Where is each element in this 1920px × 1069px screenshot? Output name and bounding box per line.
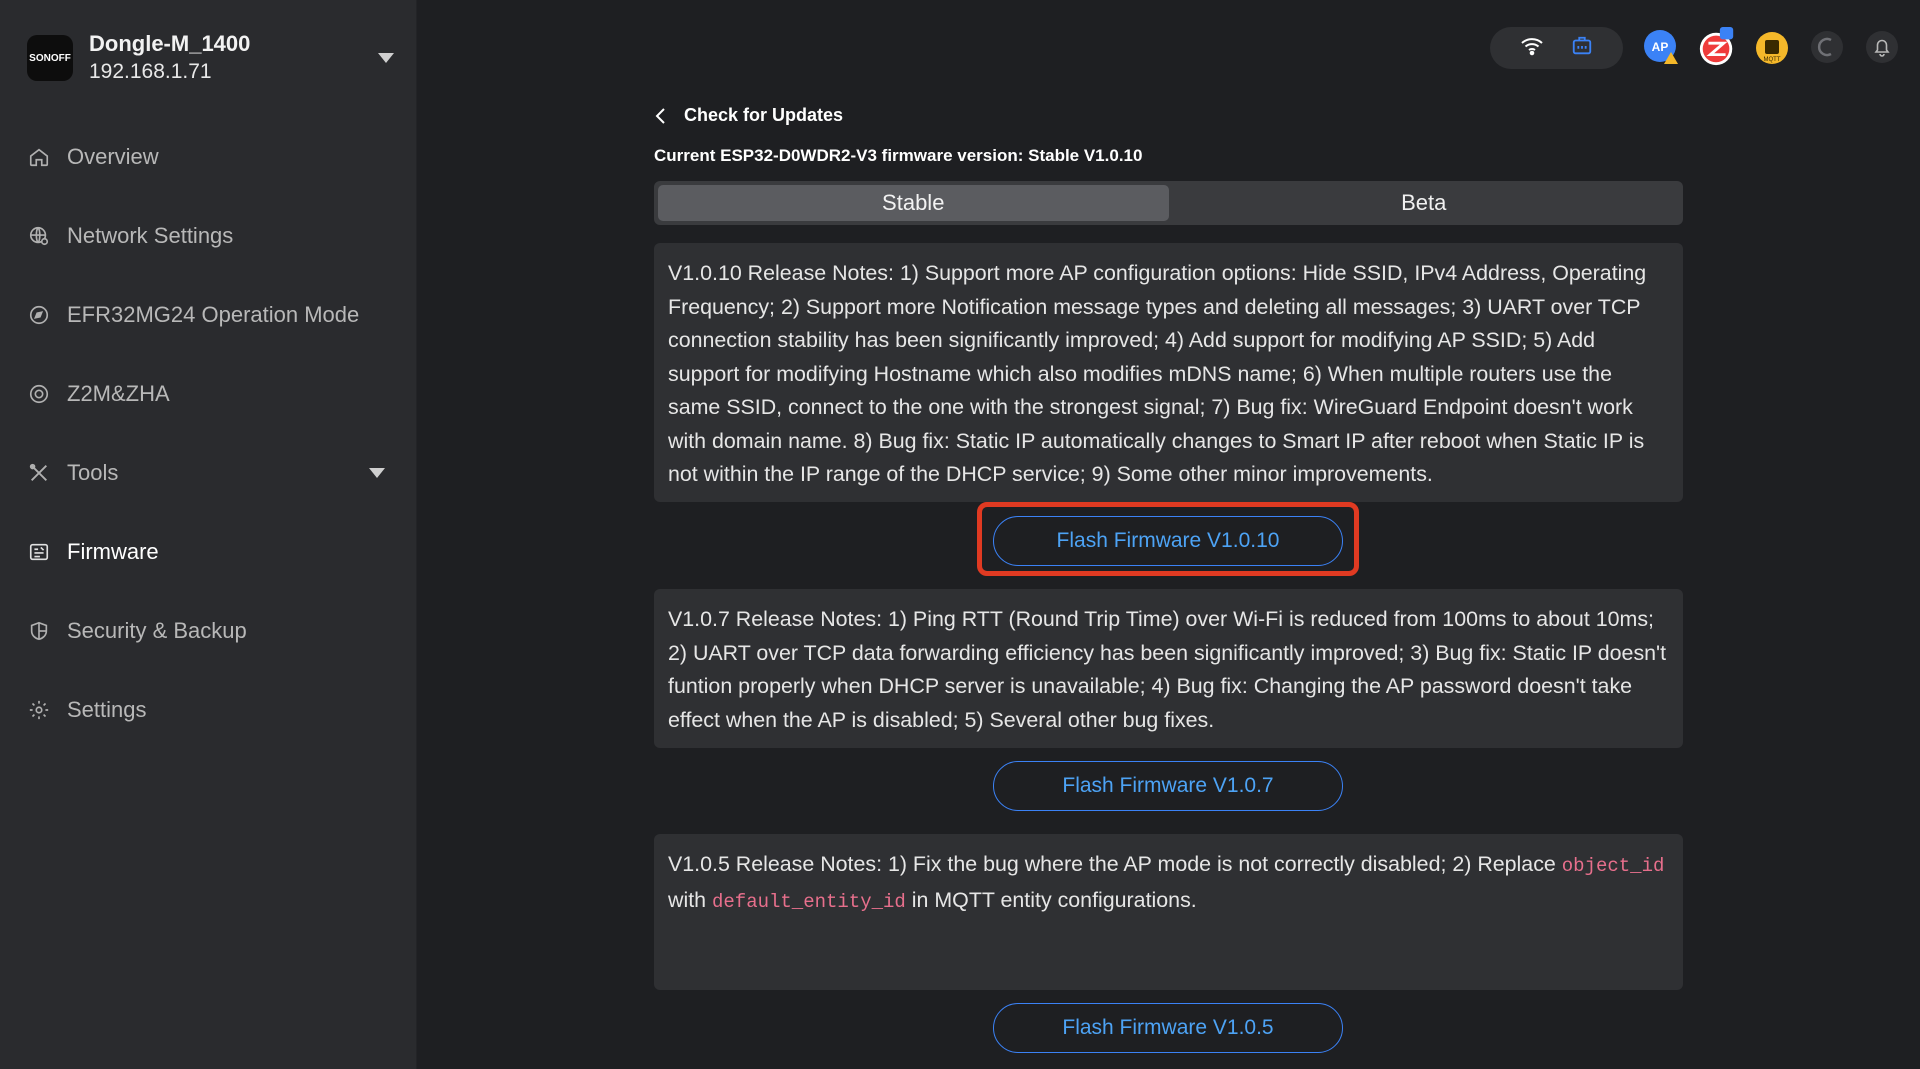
current-firmware-version: Current ESP32-D0WDR2-V3 firmware version… xyxy=(654,146,1143,165)
mqtt-icon[interactable]: MQTT xyxy=(1752,27,1792,67)
device-name: Dongle-M_1400 xyxy=(89,31,251,56)
svg-text:MQTT: MQTT xyxy=(1764,57,1781,63)
firmware-icon xyxy=(27,540,51,564)
sidebar-item-label: Overview xyxy=(67,144,159,169)
sidebar: SONOFF Dongle-M_1400 192.168.1.71 Overvi… xyxy=(0,0,417,1069)
gear-icon xyxy=(27,698,51,722)
home-icon xyxy=(27,145,51,169)
chevron-left-icon xyxy=(655,107,665,124)
ethernet-icon[interactable] xyxy=(1571,35,1593,62)
sidebar-item-overview[interactable]: Overview xyxy=(0,130,417,184)
sidebar-item-label: Network Settings xyxy=(67,223,234,248)
bell-icon[interactable] xyxy=(1862,27,1902,67)
sidebar-item-settings[interactable]: Settings xyxy=(0,683,417,737)
sidebar-item-label: Firmware xyxy=(67,539,159,564)
device-ip: 192.168.1.71 xyxy=(89,60,212,83)
flash-firmware-v1-0-5-button[interactable]: Flash Firmware V1.0.5 xyxy=(993,1003,1343,1053)
release-notes-text: V1.0.5 Release Notes: 1) Fix the bug whe… xyxy=(668,852,1562,876)
sidebar-item-tools[interactable]: Tools xyxy=(0,446,417,500)
sidebar-item-security-backup[interactable]: Security & Backup xyxy=(0,604,417,658)
release-notes-text: in MQTT entity configurations. xyxy=(905,887,1197,912)
sidebar-item-label: Tools xyxy=(67,460,119,485)
sidebar-item-label: EFR32MG24 Operation Mode xyxy=(67,302,360,327)
shield-icon xyxy=(27,619,51,643)
code-object-id: object_id xyxy=(1561,855,1665,877)
sidebar-item-label: Security & Backup xyxy=(67,618,247,643)
chevron-down-icon[interactable] xyxy=(369,468,385,478)
back-button[interactable]: Check for Updates xyxy=(654,105,843,126)
compass-icon xyxy=(27,303,51,327)
sidebar-item-firmware[interactable]: Firmware xyxy=(0,525,417,579)
tab-beta[interactable]: Beta xyxy=(1169,185,1680,221)
ap-mode-warning-icon[interactable]: AP xyxy=(1642,27,1682,67)
flash-firmware-v1-0-7-button[interactable]: Flash Firmware V1.0.7 xyxy=(993,761,1343,811)
wifi-icon[interactable] xyxy=(1520,36,1544,61)
zigbee-icon[interactable] xyxy=(1697,27,1737,67)
refresh-icon[interactable] xyxy=(1807,27,1847,67)
svg-text:AP: AP xyxy=(1652,40,1669,54)
sidebar-item-network-settings[interactable]: Network Settings xyxy=(0,209,417,263)
release-notes-text: with xyxy=(668,887,712,912)
release-notes-v1-0-10: V1.0.10 Release Notes: 1) Support more A… xyxy=(654,243,1683,502)
sidebar-item-label: Z2M&ZHA xyxy=(67,381,170,406)
sonoff-logo: SONOFF xyxy=(27,35,73,81)
release-notes-v1-0-5: V1.0.5 Release Notes: 1) Fix the bug whe… xyxy=(654,834,1683,990)
channel-tabs: Stable Beta xyxy=(654,181,1683,225)
connection-status-group xyxy=(1490,27,1623,69)
globe-settings-icon xyxy=(27,224,51,248)
device-selector[interactable]: SONOFF Dongle-M_1400 192.168.1.71 xyxy=(27,28,397,88)
chevron-down-icon[interactable] xyxy=(378,53,394,63)
target-icon xyxy=(27,382,51,406)
sidebar-item-operation-mode[interactable]: EFR32MG24 Operation Mode xyxy=(0,288,417,342)
tab-stable[interactable]: Stable xyxy=(658,185,1169,221)
code-default-entity-id: default_entity_id xyxy=(711,890,906,913)
release-notes-v1-0-7: V1.0.7 Release Notes: 1) Ping RTT (Round… xyxy=(654,589,1683,748)
sidebar-item-z2m-zha[interactable]: Z2M&ZHA xyxy=(0,367,417,421)
highlight-box xyxy=(977,502,1359,576)
tools-icon xyxy=(27,461,51,485)
page-title: Check for Updates xyxy=(684,105,844,125)
sidebar-item-label: Settings xyxy=(67,697,147,722)
